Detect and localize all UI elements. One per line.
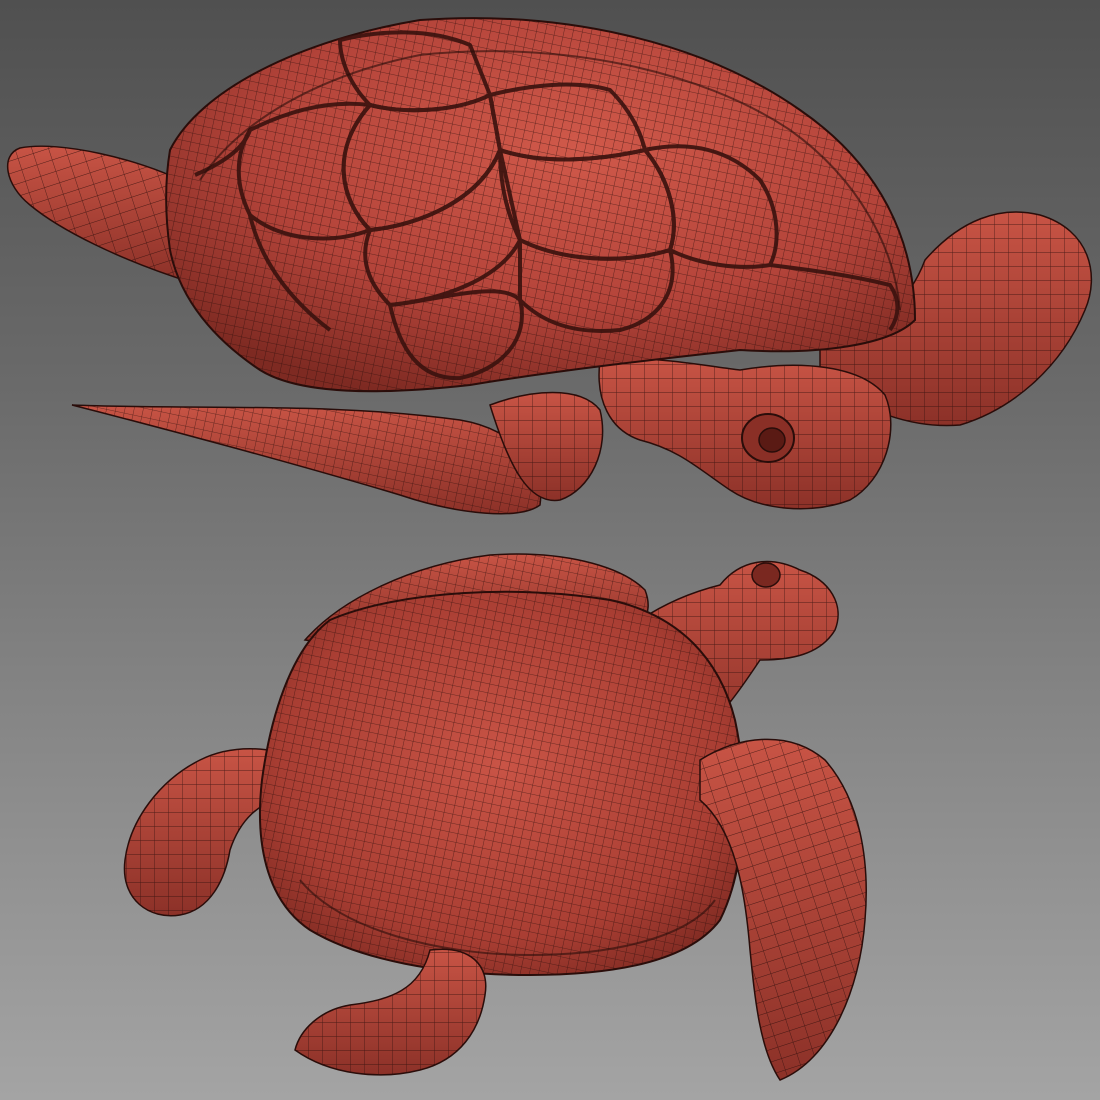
turtle-wireframe-render — [6, 17, 1093, 1081]
nostril-icon — [751, 562, 781, 588]
top-shell — [165, 17, 917, 393]
top-long-flipper — [71, 391, 604, 515]
top-head — [598, 357, 892, 510]
render-viewport — [0, 0, 1100, 1100]
bottom-rear-flipper — [294, 948, 487, 1076]
bottom-plastron — [259, 590, 745, 977]
top-view-turtle — [6, 17, 1093, 515]
bottom-view-turtle — [123, 553, 867, 1081]
